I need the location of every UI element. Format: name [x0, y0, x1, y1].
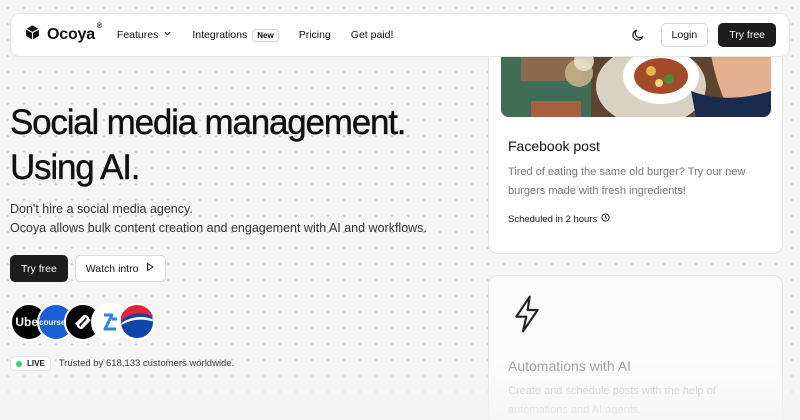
automations-text: Create and schedule posts with the help … [508, 385, 716, 416]
nav-get-paid-label: Get paid! [350, 29, 394, 41]
hero-title-line2: Using AI. [10, 148, 141, 187]
nav-pricing[interactable]: Pricing [299, 29, 331, 41]
registered-mark: ® [96, 23, 102, 30]
scheduled-status: Scheduled in 2 hours [508, 213, 610, 225]
hero-desc-line1: Don't hire a social media agency. [10, 202, 193, 216]
nav-integrations[interactable]: Integrations New [192, 28, 279, 42]
hero-try-free-button[interactable]: Try free [10, 255, 68, 282]
clock-icon [601, 213, 610, 225]
cube-logo-icon [24, 24, 41, 46]
hero-actions: Try free Watch intro [10, 255, 166, 282]
hero-title-line1: Social media management. [10, 103, 407, 142]
nav-integrations-label: Integrations [192, 29, 248, 41]
nav-pricing-label: Pricing [298, 29, 331, 41]
new-badge: New [252, 28, 279, 42]
hero-desc-line2: Ocoya allows bulk content creation and e… [10, 221, 427, 235]
customer-logos: Uber coursera [10, 303, 156, 341]
brand-name: Ocoya ® [47, 23, 102, 43]
nav-features-label: Features [116, 29, 159, 41]
hero-description: Don't hire a social media agency. Ocoya … [10, 200, 427, 238]
lightning-icon [511, 294, 543, 339]
navbar: Ocoya ® Features Integrations New Pricing… [10, 13, 790, 57]
watch-intro-button[interactable]: Watch intro [74, 255, 166, 282]
watch-intro-label: Watch intro [85, 262, 139, 275]
trust-text: Trusted by 618,133 customers worldwide. [58, 358, 235, 369]
live-label: LIVE [27, 359, 45, 368]
automations-title: Automations with AI [508, 358, 631, 374]
scheduled-label: Scheduled in 2 hours [508, 213, 598, 225]
nav-features[interactable]: Features [117, 29, 172, 41]
automations-card: Automations with AI Create and schedule … [488, 275, 783, 420]
trust-row: LIVE Trusted by 618,133 customers worldw… [10, 356, 234, 371]
brand-logo[interactable]: Ocoya ® [24, 23, 102, 46]
chevron-down-icon [163, 29, 172, 41]
nav-get-paid[interactable]: Get paid! [351, 29, 394, 41]
login-button[interactable]: Login [660, 23, 709, 47]
moon-icon[interactable] [631, 28, 645, 42]
facebook-post-text: Tired of eating the same old burger? Try… [508, 166, 746, 197]
facebook-post-title: Facebook post [508, 138, 600, 154]
nav-try-free-button[interactable]: Try free [718, 23, 776, 47]
live-dot-icon [16, 360, 22, 367]
play-icon [145, 262, 155, 275]
hero-title: Social media management. Using AI. [10, 100, 480, 190]
live-badge: LIVE [10, 356, 51, 371]
pepsi-logo [118, 303, 156, 341]
